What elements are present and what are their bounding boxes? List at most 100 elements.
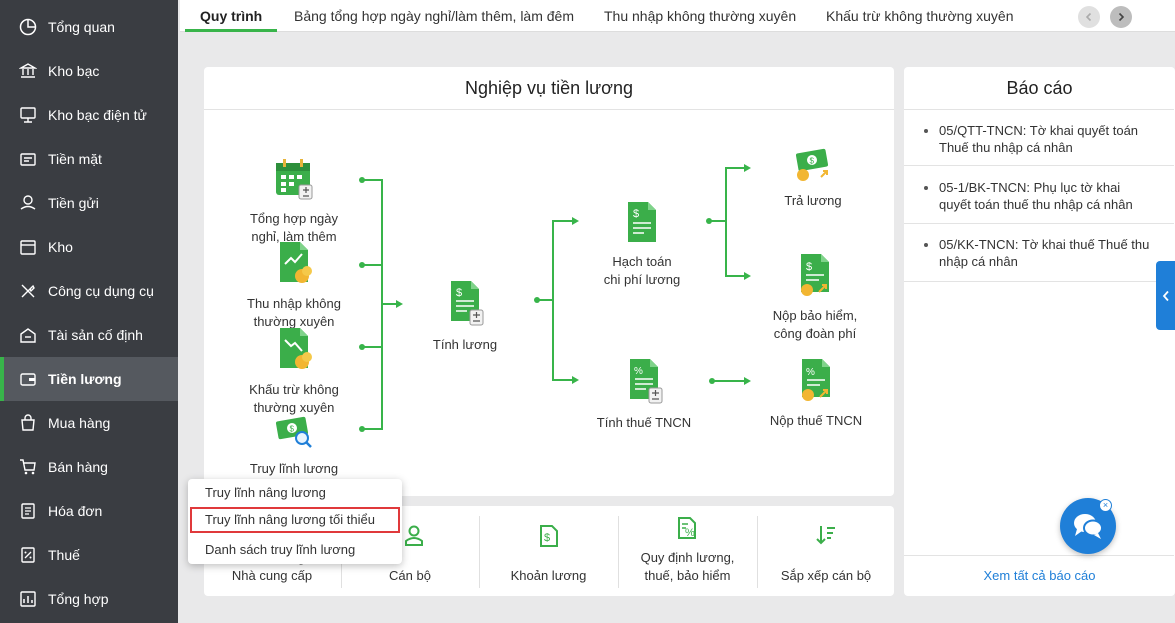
collapse-panel-button[interactable]: [1156, 261, 1175, 330]
sidebar-item-ban-hang[interactable]: Bán hàng: [0, 445, 178, 489]
pie-chart-icon: [18, 17, 38, 37]
sidebar-item-label: Tổng quan: [48, 19, 115, 35]
svg-text:$: $: [544, 532, 550, 544]
income-doc-icon: [280, 242, 312, 283]
report-item-05-qtt[interactable]: 05/QTT-TNCN: Tờ khai quyết toán Thuế thu…: [904, 122, 1174, 156]
tab-thu-nhap-khong-thuong-xuyen[interactable]: Thu nhập không thường xuyên: [604, 0, 796, 32]
svg-text:%: %: [685, 527, 695, 539]
svg-text:$: $: [633, 208, 639, 220]
divider: [904, 165, 1174, 166]
pay-tax-icon: %: [802, 359, 830, 401]
report-line1: 05-1/BK-TNCN: Phụ lục tờ khai: [939, 180, 1121, 195]
sidebar-item-tong-hop[interactable]: Tổng hợp: [0, 577, 178, 621]
sidebar-item-kho-bac-dien-tu[interactable]: Kho bạc điện tử: [0, 93, 178, 137]
shortcut-khoan-luong[interactable]: $ Khoản lương: [480, 506, 617, 596]
sidebar-item-label: Kho bạc: [48, 63, 100, 79]
report-item-05-kk[interactable]: 05/KK-TNCN: Tờ khai thuế Thuế thu nhập c…: [904, 236, 1174, 270]
sidebar-item-label: Tiền gửi: [48, 195, 99, 211]
accounting-doc-icon: $: [628, 202, 656, 242]
svg-text:$: $: [810, 157, 815, 166]
shortcut-quy-dinh[interactable]: % Quy định lương, thuế, bảo hiểm: [619, 506, 756, 596]
node-tinh-luong[interactable]: $ Tính lương: [415, 279, 515, 354]
tab-bang-tong-hop[interactable]: Bảng tổng hợp ngày nghỉ/làm thêm, làm đê…: [294, 0, 574, 32]
node-tinh-thue-tncn[interactable]: % Tính thuế TNCN: [584, 357, 704, 432]
node-truy-linh-luong[interactable]: $ Truy lĩnh lương: [234, 413, 354, 478]
tax-icon: [18, 545, 38, 565]
tab-bar: Quy trình Bảng tổng hợp ngày nghỉ/làm th…: [180, 0, 1175, 32]
report-line2: Thuế thu nhập cá nhân: [939, 140, 1073, 155]
svg-text:$: $: [456, 287, 462, 299]
scroll-left-button[interactable]: [1078, 6, 1100, 28]
sidebar-item-kho[interactable]: Kho: [0, 225, 178, 269]
bank-icon: [18, 61, 38, 81]
warehouse-icon: [18, 237, 38, 257]
sidebar-item-hoa-don[interactable]: Hóa đơn: [0, 489, 178, 533]
node-label-line1: Khấu trừ không: [249, 382, 339, 397]
menu-item-truy-linh-nang-luong[interactable]: Truy lĩnh nâng lương: [188, 480, 402, 506]
sidebar-item-tien-mat[interactable]: Tiền mặt: [0, 137, 178, 181]
node-hach-toan-chi-phi-luong[interactable]: $ Hạch toán chi phí lương: [592, 200, 692, 289]
bullet-icon: [924, 129, 928, 133]
divider: [904, 555, 1174, 556]
sidebar-item-label: Kho: [48, 239, 73, 255]
workflow-card: Nghiệp vụ tiền lương Tổng hợp ngày nghỉ,…: [204, 67, 894, 496]
see-all-reports-link[interactable]: Xem tất cả báo cáo: [904, 568, 1175, 583]
sidebar-item-thue[interactable]: Thuế: [0, 533, 178, 577]
salary-doc-icon: $: [451, 281, 484, 326]
svg-text:$: $: [806, 261, 812, 273]
node-label: Truy lĩnh lương: [249, 461, 339, 476]
shortcut-label-line1: Quy định lương,: [640, 550, 735, 565]
svg-text:%: %: [806, 367, 815, 378]
scroll-right-button[interactable]: [1110, 6, 1132, 28]
node-tra-luong[interactable]: $ Trả lương: [763, 147, 863, 210]
node-khau-tru-khong-thuong-xuyen[interactable]: Khấu trừ không thường xuyên: [234, 326, 354, 417]
invoice-icon: [18, 501, 38, 521]
divider: [904, 223, 1174, 224]
sidebar-item-label: Mua hàng: [48, 415, 111, 431]
sidebar-item-label: Tài sản cố định: [48, 327, 143, 343]
sort-icon: [816, 526, 835, 545]
building-icon: [18, 325, 38, 345]
node-label: Nộp thuế TNCN: [769, 413, 863, 428]
sidebar-item-mua-hang[interactable]: Mua hàng: [0, 401, 178, 445]
sidebar-item-kho-bac[interactable]: Kho bạc: [0, 49, 178, 93]
node-thu-nhap-khong-thuong-xuyen[interactable]: Thu nhập không thường xuyên: [234, 240, 354, 331]
sidebar-item-label: Thuế: [48, 547, 80, 563]
sidebar: Tổng quan Kho bạc Kho bạc điện tử Tiền m…: [0, 0, 178, 623]
chevron-right-icon: [1118, 12, 1125, 22]
tab-khau-tru-khong-thuong-xuyen[interactable]: Khấu trừ không thường xuyên: [826, 0, 1013, 32]
menu-item-danh-sach-truy-linh[interactable]: Danh sách truy lĩnh lương: [188, 537, 402, 563]
summary-icon: [18, 589, 38, 609]
money-search-icon: $: [275, 416, 312, 448]
report-line1: 05/QTT-TNCN: Tờ khai quyết toán: [939, 123, 1139, 138]
chevron-left-icon: [1085, 12, 1092, 22]
shopping-bag-icon: [18, 413, 38, 433]
node-label-line1: Thu nhập không: [247, 296, 341, 311]
chat-close-button[interactable]: ×: [1099, 499, 1112, 512]
sidebar-item-tien-gui[interactable]: Tiền gửi: [0, 181, 178, 225]
report-line2: quyết toán thuế thu nhập cá nhân: [939, 197, 1133, 212]
report-line2: nhập cá nhân: [939, 254, 1018, 269]
node-nop-thue-tncn[interactable]: % Nộp thuế TNCN: [756, 357, 876, 430]
tab-quy-trinh[interactable]: Quy trình: [184, 0, 278, 32]
node-label-line2: công đoàn phí: [773, 326, 857, 341]
cart-icon: [18, 457, 38, 477]
menu-item-truy-linh-nang-luong-toi-thieu[interactable]: Truy lĩnh nâng lương tối thiểu: [190, 507, 400, 533]
shortcut-sap-xep-can-bo[interactable]: Sắp xếp cán bộ: [758, 506, 894, 596]
sidebar-item-label: Bán hàng: [48, 459, 108, 475]
node-label-line2: chi phí lương: [603, 272, 681, 287]
tools-icon: [18, 281, 38, 301]
sidebar-item-tai-san[interactable]: Tài sản cố định: [0, 313, 178, 357]
node-nop-bao-hiem[interactable]: $ Nộp bảo hiểm, công đoàn phí: [755, 252, 875, 343]
sidebar-item-tong-quan[interactable]: Tổng quan: [0, 5, 178, 49]
node-label: Tính lương: [432, 337, 498, 352]
sidebar-item-label: Công cụ dụng cụ: [48, 283, 154, 299]
sidebar-item-label: Tiền lương: [48, 371, 122, 387]
sidebar-item-cong-cu[interactable]: Công cụ dụng cụ: [0, 269, 178, 313]
sidebar-item-tien-luong[interactable]: Tiền lương: [0, 357, 178, 401]
report-item-05-1-bk[interactable]: 05-1/BK-TNCN: Phụ lục tờ khai quyết toán…: [904, 179, 1174, 213]
node-label-line1: Hạch toán: [612, 254, 672, 269]
node-tong-hop-ngay-nghi[interactable]: Tổng hợp ngày nghỉ, làm thêm: [234, 157, 354, 246]
svg-text:$: $: [290, 425, 295, 434]
chevron-left-icon: [1162, 290, 1169, 301]
